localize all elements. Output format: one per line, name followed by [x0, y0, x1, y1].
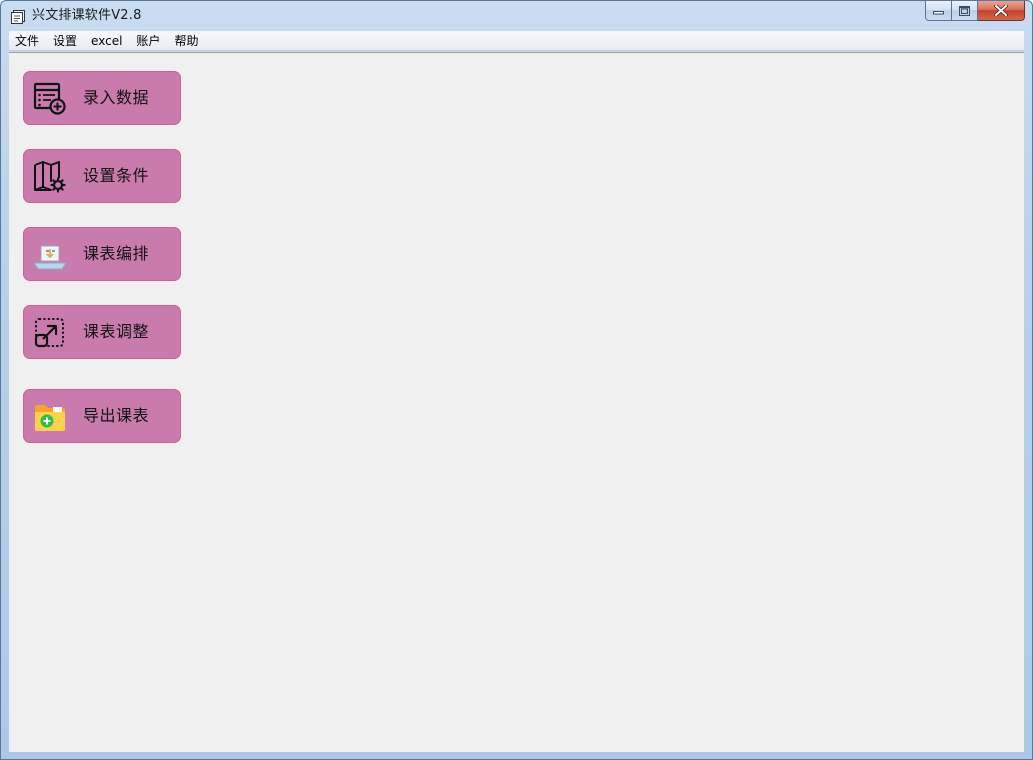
laptop-download-icon: [33, 238, 67, 272]
main-content: 录入数据 设置条件 课表编排 课表调整 导出课表: [9, 52, 1024, 752]
export-schedule-button[interactable]: 导出课表: [23, 389, 181, 443]
minimize-icon: [933, 10, 944, 14]
schedule-adjust-label: 课表调整: [83, 322, 150, 341]
close-icon: [994, 5, 1008, 16]
caption-buttons: [925, 1, 1025, 21]
export-schedule-label: 导出课表: [83, 406, 150, 425]
folder-add-icon: [33, 400, 67, 434]
list-add-icon: [33, 82, 67, 116]
enter-data-button[interactable]: 录入数据: [23, 71, 181, 125]
maximize-icon: [959, 5, 970, 16]
maximize-button[interactable]: [952, 1, 978, 21]
menu-account[interactable]: 账户: [129, 31, 167, 51]
map-settings-icon: [33, 160, 67, 194]
schedule-adjust-button[interactable]: 课表调整: [23, 305, 181, 359]
schedule-arrange-label: 课表编排: [83, 244, 150, 263]
title-bar[interactable]: 兴文排课软件V2.8: [1, 1, 1032, 31]
set-conditions-label: 设置条件: [83, 166, 150, 185]
menu-excel[interactable]: excel: [84, 31, 129, 51]
menu-settings[interactable]: 设置: [46, 31, 84, 51]
set-conditions-button[interactable]: 设置条件: [23, 149, 181, 203]
minimize-button[interactable]: [925, 1, 952, 21]
app-window: 兴文排课软件V2.8 文件 设置 excel 账户 帮助 录入数据 设置条件 课…: [0, 0, 1033, 760]
menu-help[interactable]: 帮助: [167, 31, 205, 51]
resize-arrow-icon: [33, 316, 67, 350]
app-window-icon[interactable]: [11, 9, 25, 24]
schedule-arrange-button[interactable]: 课表编排: [23, 227, 181, 281]
menu-bar: 文件 设置 excel 账户 帮助: [9, 31, 1024, 51]
menu-file[interactable]: 文件: [9, 31, 46, 51]
enter-data-label: 录入数据: [83, 88, 150, 107]
window-title: 兴文排课软件V2.8: [32, 8, 142, 23]
close-button[interactable]: [978, 1, 1025, 21]
